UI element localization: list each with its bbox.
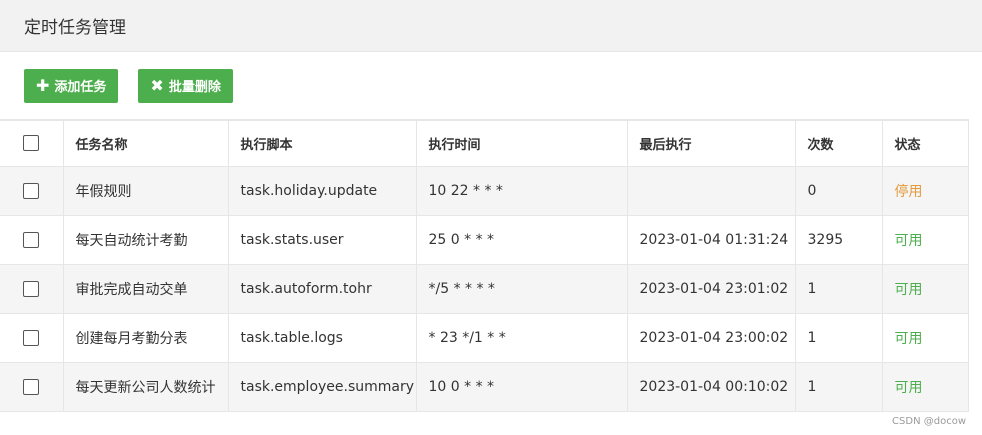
task-name-cell: 年假规则 [63, 166, 229, 215]
row-checkbox[interactable] [23, 378, 40, 395]
count-cell: 1 [795, 264, 883, 313]
header-script: 执行脚本 [228, 120, 417, 166]
watermark: CSDN @docow [892, 416, 966, 427]
header-count: 次数 [795, 120, 883, 166]
script-cell: task.holiday.update [228, 166, 417, 215]
add-task-button[interactable]: ✚ 添加任务 [24, 68, 119, 103]
page-title: 定时任务管理 [24, 18, 126, 38]
header-last-run: 最后执行 [627, 120, 796, 166]
row-checkbox[interactable] [23, 280, 40, 297]
last-run-cell: 2023-01-04 00:10:02 [627, 362, 796, 411]
count-cell: 0 [795, 166, 883, 215]
task-name-cell: 每天自动统计考勤 [63, 215, 229, 264]
table-row[interactable]: 每天自动统计考勤 task.stats.user 25 0 * * * 2023… [0, 215, 969, 264]
last-run-cell: 2023-01-04 23:00:02 [627, 313, 796, 362]
script-cell: task.autoform.tohr [228, 264, 417, 313]
table-row[interactable]: 每天更新公司人数统计 task.employee.summary 10 0 * … [0, 362, 969, 411]
cron-cell: */5 * * * * [416, 264, 628, 313]
status-badge[interactable]: 可用 [882, 362, 969, 411]
script-cell: task.table.logs [228, 313, 417, 362]
count-cell: 1 [795, 362, 883, 411]
task-name-cell: 每天更新公司人数统计 [63, 362, 229, 411]
task-name-cell: 审批完成自动交单 [63, 264, 229, 313]
toolbar: ✚ 添加任务 ✖ 批量删除 [0, 52, 982, 119]
cron-cell: 10 0 * * * [416, 362, 628, 411]
last-run-cell: 2023-01-04 23:01:02 [627, 264, 796, 313]
page-header: 定时任务管理 [0, 0, 982, 52]
table-row[interactable]: 年假规则 task.holiday.update 10 22 * * * 0 停… [0, 166, 969, 215]
select-all-checkbox[interactable] [23, 135, 40, 152]
plus-icon: ✚ [36, 75, 50, 95]
row-checkbox[interactable] [23, 329, 40, 346]
row-checkbox[interactable] [23, 182, 40, 199]
last-run-cell: 2023-01-04 01:31:24 [627, 215, 796, 264]
last-run-cell [627, 166, 796, 215]
add-task-label: 添加任务 [54, 80, 107, 95]
cron-cell: 10 22 * * * [416, 166, 628, 215]
header-task-name: 任务名称 [63, 120, 229, 166]
status-badge[interactable]: 可用 [882, 313, 969, 362]
batch-delete-button[interactable]: ✖ 批量删除 [138, 68, 233, 103]
table-header-row: 任务名称 执行脚本 执行时间 最后执行 次数 状态 [0, 120, 969, 166]
batch-delete-label: 批量删除 [168, 80, 221, 95]
table-row[interactable]: 审批完成自动交单 task.autoform.tohr */5 * * * * … [0, 264, 969, 313]
header-exec-time: 执行时间 [416, 120, 628, 166]
count-cell: 3295 [795, 215, 883, 264]
x-icon: ✖ [150, 75, 164, 95]
row-checkbox[interactable] [23, 231, 40, 248]
count-cell: 1 [795, 313, 883, 362]
cron-cell: * 23 */1 * * [416, 313, 628, 362]
task-table: 任务名称 执行脚本 执行时间 最后执行 次数 状态 年假规则 task.holi… [0, 119, 969, 412]
cron-cell: 25 0 * * * [416, 215, 628, 264]
table-row[interactable]: 创建每月考勤分表 task.table.logs * 23 */1 * * 20… [0, 313, 969, 362]
status-badge[interactable]: 可用 [882, 215, 969, 264]
select-all-cell [0, 120, 64, 166]
header-status: 状态 [882, 120, 969, 166]
task-name-cell: 创建每月考勤分表 [63, 313, 229, 362]
status-badge[interactable]: 可用 [882, 264, 969, 313]
script-cell: task.employee.summary [228, 362, 417, 411]
script-cell: task.stats.user [228, 215, 417, 264]
status-badge[interactable]: 停用 [882, 166, 969, 215]
